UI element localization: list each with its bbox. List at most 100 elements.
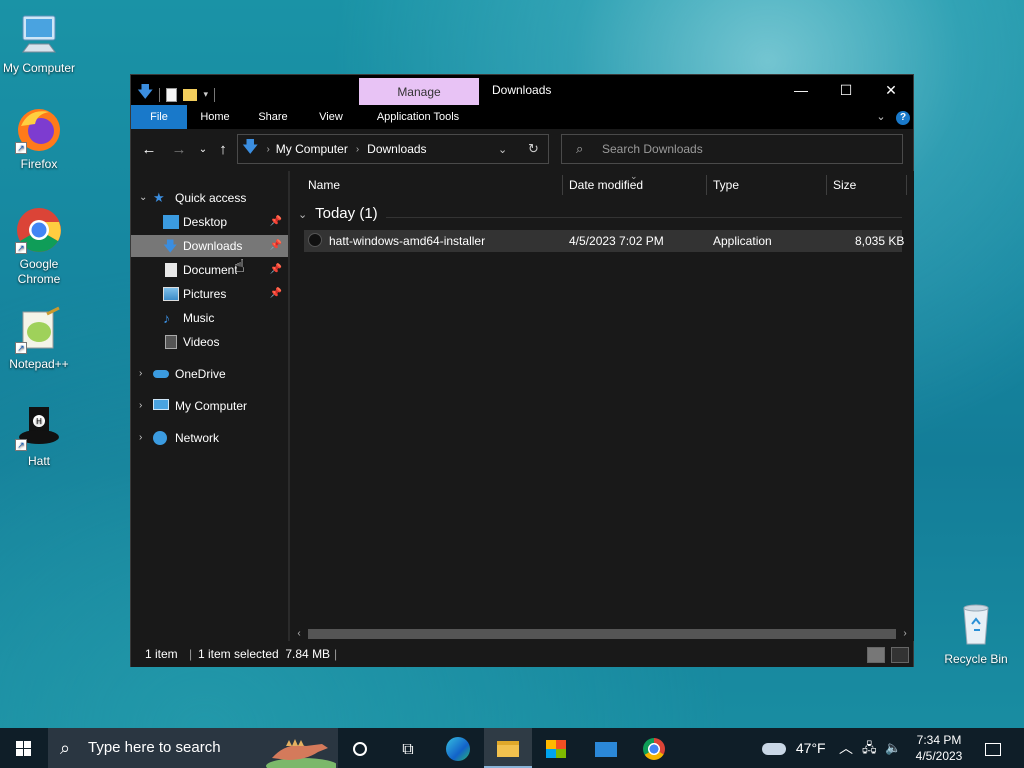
close-button[interactable]: ✕ — [868, 75, 914, 105]
title-bar[interactable]: 🡇 ▾ Manage Downloads — ☐ ✕ — [131, 75, 913, 105]
clock[interactable]: 7:34 PM 4/5/2023 — [908, 732, 970, 764]
column-header-size[interactable]: Size — [833, 172, 856, 198]
taskbar-search-input[interactable]: ⌕ Type here to search — [48, 728, 338, 768]
details-view-icon[interactable] — [867, 647, 885, 663]
pin-icon: 📌 — [269, 288, 282, 299]
taskbar-chrome[interactable] — [630, 728, 678, 768]
desktop-icon-chrome[interactable]: ↗ Google Chrome — [1, 206, 77, 287]
ribbon-tabs: File Home Share View Application Tools ⌄… — [131, 105, 913, 129]
status-selection: 1 item selected 7.84 MB — [198, 647, 331, 661]
breadcrumb-my-computer[interactable]: My Computer — [276, 142, 348, 156]
notification-center-button[interactable] — [982, 728, 1004, 768]
computer-icon — [15, 10, 63, 58]
downloads-folder-icon: 🡇 — [163, 238, 178, 254]
weather-widget[interactable]: 47°F — [762, 728, 826, 768]
scroll-right-icon[interactable]: › — [898, 627, 912, 641]
refresh-icon[interactable]: ↻ — [528, 141, 539, 157]
expand-chevron-icon[interactable]: › — [139, 395, 142, 417]
downloads-location-icon: 🡇 — [242, 138, 259, 156]
music-folder-icon: ♪ — [163, 310, 170, 326]
file-type: Application — [713, 234, 772, 248]
taskbar-mail[interactable] — [582, 728, 630, 768]
network-icon — [153, 431, 167, 445]
back-button[interactable]: ← — [139, 141, 159, 159]
tab-file[interactable]: File — [131, 105, 187, 129]
download-arrow-icon[interactable]: 🡇 — [137, 81, 153, 108]
column-divider[interactable] — [562, 175, 563, 195]
nav-item-videos[interactable]: Videos — [131, 331, 288, 353]
network-tray-icon[interactable]: 🖧 — [862, 728, 877, 768]
desktop-icon-firefox[interactable]: ↗ Firefox — [1, 106, 77, 172]
manage-context-tab[interactable]: Manage — [359, 78, 479, 105]
search-input[interactable]: ⌕ Search Downloads — [561, 134, 903, 164]
expand-chevron-icon[interactable]: › — [139, 363, 142, 385]
nav-quick-access[interactable]: ⌄ ★ Quick access — [131, 187, 288, 209]
clock-date: 4/5/2023 — [915, 749, 963, 763]
desktop-icon-notepadpp[interactable]: ↗ Notepad++ — [1, 306, 77, 372]
nav-onedrive[interactable]: › OneDrive — [131, 363, 288, 385]
group-collapse-icon[interactable]: ⌄ — [298, 209, 307, 221]
star-icon: ★ — [153, 190, 165, 205]
pin-icon: 📌 — [269, 240, 282, 251]
minimize-button[interactable]: — — [778, 75, 824, 105]
task-view-button[interactable]: ⧉ — [384, 728, 432, 768]
taskbar-store[interactable] — [532, 728, 580, 768]
scroll-left-icon[interactable]: ‹ — [292, 627, 306, 641]
nav-network[interactable]: › Network — [131, 427, 288, 449]
address-bar[interactable]: 🡇 › My Computer › Downloads ⌄ ↻ — [237, 134, 549, 164]
cortana-icon — [353, 742, 367, 757]
volume-tray-icon[interactable]: 🔈 — [885, 728, 901, 768]
videos-folder-icon — [165, 335, 177, 349]
up-button[interactable]: ↑ — [213, 141, 233, 159]
taskbar-edge[interactable] — [434, 728, 482, 768]
start-button[interactable] — [0, 728, 48, 768]
taskbar-file-explorer[interactable] — [484, 728, 532, 768]
tab-home[interactable]: Home — [193, 105, 237, 129]
breadcrumb-downloads[interactable]: Downloads — [367, 142, 426, 156]
new-folder-icon[interactable] — [183, 88, 198, 101]
collapse-chevron-icon[interactable]: ⌄ — [139, 187, 147, 209]
nav-item-music[interactable]: ♪ Music — [131, 307, 288, 329]
tab-share[interactable]: Share — [251, 105, 295, 129]
qat-dropdown-icon[interactable]: ▾ — [203, 89, 208, 100]
recent-locations-icon[interactable]: ⌄ — [193, 141, 213, 159]
show-hidden-icons-button[interactable]: ︿ — [839, 728, 853, 768]
desktop-icon-my-computer[interactable]: My Computer — [1, 10, 77, 76]
desktop-icon-hatt[interactable]: H ↗ Hatt — [1, 403, 77, 469]
help-icon[interactable]: ? — [895, 105, 911, 129]
column-divider[interactable] — [826, 175, 827, 195]
column-divider[interactable] — [706, 175, 707, 195]
column-header-date-modified[interactable]: Date modified — [569, 172, 643, 198]
maximize-button[interactable]: ☐ — [823, 75, 869, 105]
column-header-name[interactable]: Name — [308, 172, 340, 198]
svg-text:H: H — [36, 417, 42, 426]
table-row[interactable]: hatt-windows-amd64-installer 4/5/2023 7:… — [304, 230, 904, 252]
tab-view[interactable]: View — [309, 105, 353, 129]
desktop-icon-label: Notepad++ — [9, 357, 69, 371]
onedrive-icon — [153, 370, 169, 378]
nav-my-computer[interactable]: › My Computer — [131, 395, 288, 417]
properties-icon[interactable] — [166, 87, 178, 102]
nav-item-downloads[interactable]: 🡇 Downloads 📌 — [131, 235, 288, 257]
tab-application-tools[interactable]: Application Tools — [367, 105, 469, 129]
nav-item-pictures[interactable]: Pictures 📌 — [131, 283, 288, 305]
desktop-icon-recycle-bin[interactable]: Recycle Bin — [938, 600, 1014, 666]
nav-item-documents[interactable]: Documents 📌 — [131, 259, 288, 281]
column-header-type[interactable]: Type — [713, 172, 739, 198]
nav-item-desktop[interactable]: Desktop 📌 — [131, 211, 288, 233]
column-divider[interactable] — [906, 175, 907, 195]
large-icons-view-icon[interactable] — [891, 647, 909, 663]
horizontal-scrollbar[interactable]: ‹ › — [290, 627, 914, 641]
hatt-icon — [308, 233, 322, 247]
group-header[interactable]: ⌄ Today (1) — [298, 205, 378, 222]
group-divider — [386, 217, 902, 218]
cortana-button[interactable] — [336, 728, 384, 768]
expand-chevron-icon[interactable]: › — [139, 427, 142, 449]
scroll-thumb[interactable] — [308, 629, 896, 639]
documents-folder-icon — [165, 263, 177, 277]
ribbon-expand-icon[interactable]: ⌄ — [871, 105, 891, 129]
address-dropdown-icon[interactable]: ⌄ — [498, 143, 507, 156]
pin-icon: 📌 — [269, 264, 282, 275]
file-explorer-window: 🡇 ▾ Manage Downloads — ☐ ✕ File Home Sha… — [130, 74, 914, 667]
forward-button[interactable]: → — [169, 141, 189, 159]
